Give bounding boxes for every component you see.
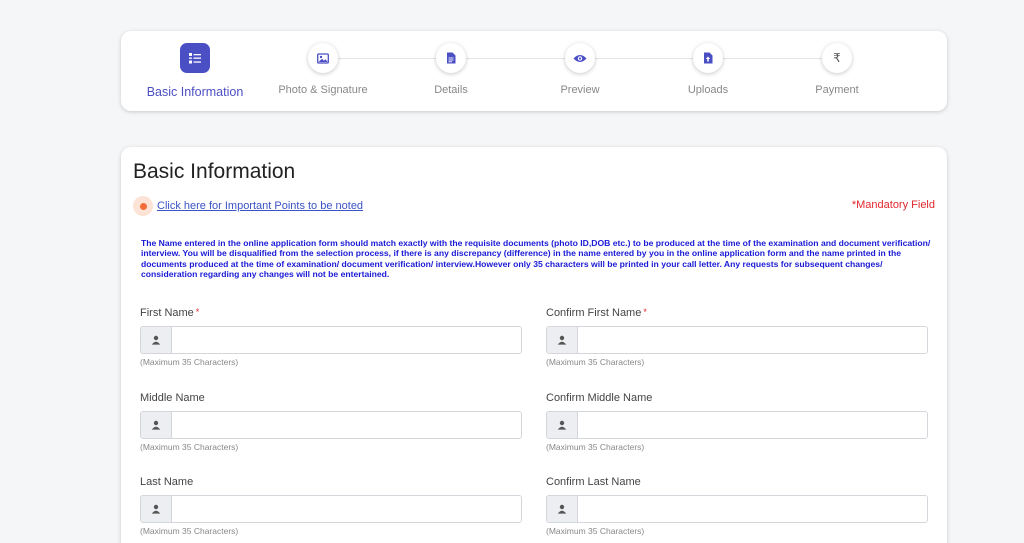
confirm-last-name-group: Confirm Last Name (Maximum 35 Characters… (546, 476, 928, 536)
page-title: Basic Information (133, 160, 296, 183)
confirm-middle-name-group: Confirm Middle Name (Maximum 35 Characte… (546, 392, 928, 452)
confirm-last-name-label: Confirm Last Name (546, 476, 641, 488)
middle-name-group: Middle Name (Maximum 35 Characters) (140, 392, 522, 452)
step-photo-signature[interactable]: Photo & Signature (253, 43, 393, 96)
mandatory-field-note: *Mandatory Field (851, 199, 935, 211)
basic-information-card: Basic Information Click here for Importa… (121, 147, 947, 543)
first-name-label: First Name * (140, 307, 200, 319)
first-name-input[interactable] (172, 327, 521, 353)
step-label: Basic Information (146, 85, 244, 99)
step-label: Details (434, 84, 468, 96)
middle-name-label: Middle Name (140, 392, 205, 404)
required-asterisk: * (643, 307, 647, 317)
user-icon (141, 496, 172, 522)
important-points-row: Click here for Important Points to be no… (133, 196, 363, 216)
required-asterisk: * (195, 307, 200, 317)
image-icon (308, 43, 338, 73)
step-label: Preview (560, 84, 600, 96)
confirm-first-name-label: Confirm First Name * (546, 307, 647, 319)
confirm-middle-name-label: Confirm Middle Name (546, 392, 653, 404)
confirm-first-name-group: Confirm First Name * (Maximum 35 Characte… (546, 307, 928, 367)
step-payment[interactable]: ₹ Payment (767, 43, 907, 96)
step-label: Uploads (687, 84, 729, 96)
last-name-hint: (Maximum 35 Characters) (140, 526, 239, 536)
user-icon (547, 412, 578, 438)
user-icon (547, 327, 578, 353)
middle-name-hint: (Maximum 35 Characters) (140, 442, 239, 452)
list-icon (180, 43, 210, 73)
confirm-first-name-input[interactable] (578, 327, 927, 353)
confirm-middle-name-hint: (Maximum 35 Characters) (546, 442, 645, 452)
rupee-icon: ₹ (822, 43, 852, 73)
last-name-group: Last Name (Maximum 35 Characters) (140, 476, 522, 536)
last-name-input[interactable] (172, 496, 521, 522)
step-basic-information[interactable]: Basic Information (125, 43, 265, 99)
step-details[interactable]: Details (381, 43, 521, 96)
step-uploads[interactable]: Uploads (638, 43, 778, 96)
eye-icon (565, 43, 595, 73)
first-name-hint: (Maximum 35 Characters) (140, 357, 239, 367)
bullet-dot-icon (133, 196, 153, 216)
confirm-first-name-hint: (Maximum 35 Characters) (546, 357, 645, 367)
confirm-last-name-input[interactable] (578, 496, 927, 522)
last-name-label: Last Name (140, 476, 194, 488)
user-icon (141, 412, 172, 438)
step-preview[interactable]: Preview (510, 43, 650, 96)
name-matching-notice: The Name entered in the online applicati… (141, 238, 931, 279)
progress-stepper: Basic Information Photo & Signature Deta… (121, 31, 947, 111)
important-points-link[interactable]: Click here for Important Points to be no… (157, 200, 363, 212)
upload-file-icon (693, 43, 723, 73)
first-name-group: First Name * (Maximum 35 Characters) (140, 307, 522, 367)
document-icon (436, 43, 466, 73)
user-icon (141, 327, 172, 353)
step-label: Payment (815, 84, 859, 96)
user-icon (547, 496, 578, 522)
step-label: Photo & Signature (278, 84, 368, 96)
confirm-middle-name-input[interactable] (578, 412, 927, 438)
confirm-last-name-hint: (Maximum 35 Characters) (546, 526, 645, 536)
middle-name-input[interactable] (172, 412, 521, 438)
